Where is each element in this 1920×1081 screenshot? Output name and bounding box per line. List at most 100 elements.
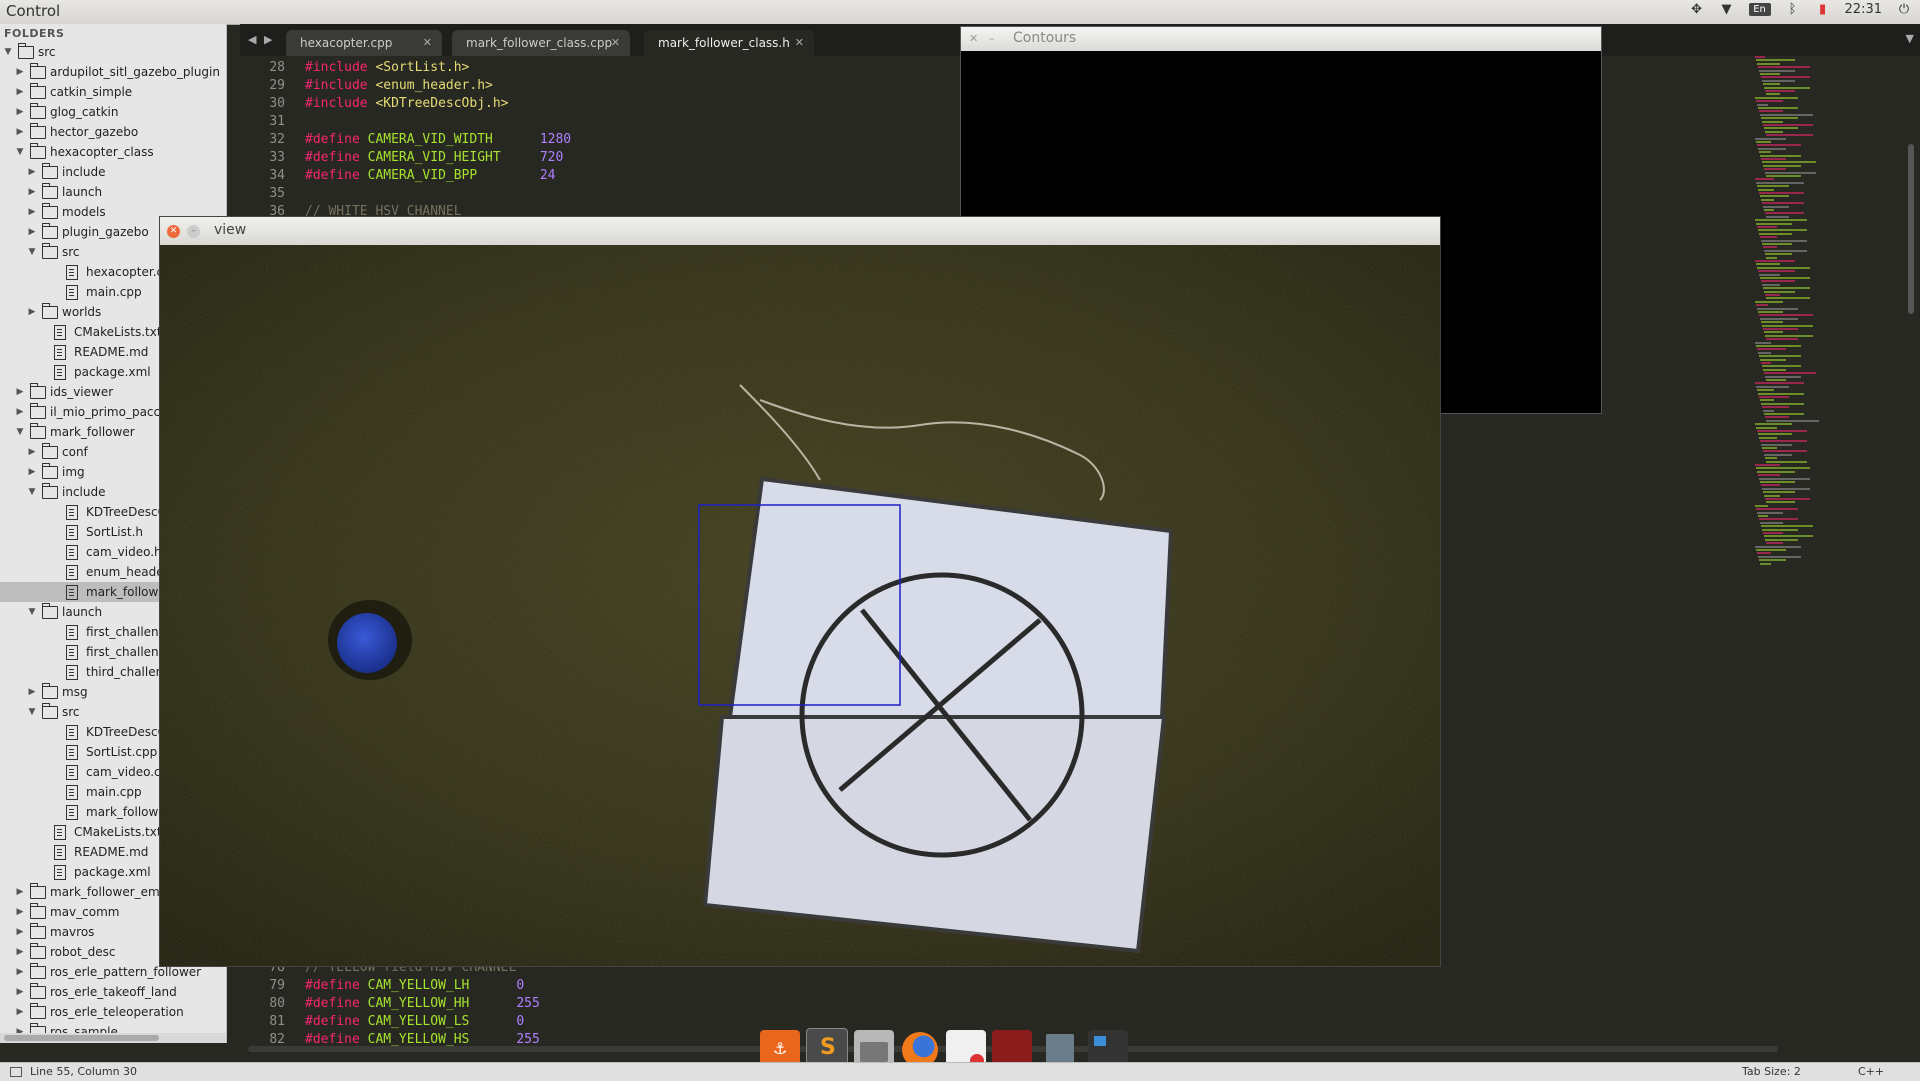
clock[interactable]: 22:31 bbox=[1845, 2, 1882, 17]
code-line[interactable]: #define CAMERA_VID_HEIGHT 720 bbox=[305, 150, 563, 165]
minimap-line bbox=[1761, 117, 1798, 120]
minimap-line bbox=[1759, 436, 1777, 439]
expand-arrow-right-icon[interactable]: ▶ bbox=[26, 162, 38, 182]
bluetooth-icon[interactable]: ᛒ bbox=[1785, 2, 1801, 17]
code-line[interactable]: #define CAM_YELLOW_HS 255 bbox=[305, 1032, 540, 1047]
tab-hexacopter-cpp[interactable]: hexacopter.cpp ✕ bbox=[286, 30, 442, 56]
expand-arrow-right-icon[interactable]: ▶ bbox=[26, 302, 38, 322]
tree-item-label: CMakeLists.txt bbox=[74, 325, 162, 339]
cursor-position[interactable]: Line 55, Column 30 bbox=[30, 1065, 137, 1078]
expand-arrow-right-icon[interactable]: ▶ bbox=[14, 922, 26, 942]
expand-arrow-right-icon[interactable]: ▶ bbox=[14, 382, 26, 402]
editor-vertical-scrollbar[interactable] bbox=[1908, 144, 1914, 314]
minimap-line bbox=[1764, 86, 1810, 89]
code-line[interactable]: #define CAMERA_VID_WIDTH 1280 bbox=[305, 132, 571, 147]
expand-arrow-right-icon[interactable]: ▶ bbox=[26, 442, 38, 462]
close-tab-icon[interactable]: ✕ bbox=[423, 30, 432, 56]
code-line[interactable]: #include <enum_header.h> bbox=[305, 78, 493, 93]
view-window[interactable]: ✕ – view bbox=[159, 216, 1441, 967]
expand-arrow-right-icon[interactable]: ▶ bbox=[14, 82, 26, 102]
close-window-icon[interactable]: ✕ bbox=[167, 225, 180, 238]
expand-arrow-right-icon[interactable]: ▶ bbox=[14, 122, 26, 142]
folder-icon bbox=[30, 903, 46, 919]
folder-icon bbox=[30, 123, 46, 139]
folder-icon bbox=[42, 183, 58, 199]
expand-arrow-down-icon[interactable]: ▼ bbox=[2, 42, 14, 62]
code-line[interactable]: #include <SortList.h> bbox=[305, 60, 469, 75]
tab-forward-icon[interactable]: ▶ bbox=[264, 33, 272, 46]
dropbox-icon[interactable]: ✥ bbox=[1689, 2, 1705, 17]
contours-titlebar[interactable]: ✕ – Contours bbox=[961, 27, 1601, 51]
minimap[interactable] bbox=[1755, 56, 1885, 586]
scrollbar-thumb[interactable] bbox=[4, 1035, 159, 1041]
code-line[interactable]: #include <KDTreeDescObj.h> bbox=[305, 96, 509, 111]
expand-arrow-right-icon[interactable]: ▶ bbox=[14, 402, 26, 422]
expand-arrow-right-icon[interactable]: ▶ bbox=[14, 982, 26, 1002]
expand-arrow-right-icon[interactable]: ▶ bbox=[14, 942, 26, 962]
minimap-line bbox=[1756, 59, 1795, 62]
tree-item-label: README.md bbox=[74, 845, 149, 859]
tab-mark-follower-class-h[interactable]: mark_follower_class.h ✕ bbox=[644, 30, 814, 56]
expand-arrow-right-icon[interactable]: ▶ bbox=[14, 902, 26, 922]
code-line[interactable]: #define CAM_YELLOW_HH 255 bbox=[305, 996, 540, 1011]
minimap-line bbox=[1764, 331, 1783, 334]
tree-item-label: hector_gazebo bbox=[50, 125, 139, 139]
close-tab-icon[interactable]: ✕ bbox=[795, 30, 804, 56]
code-line[interactable]: #define CAM_YELLOW_LS 0 bbox=[305, 1014, 524, 1029]
close-tab-icon[interactable]: ✕ bbox=[611, 30, 620, 56]
sidebar-horizontal-scrollbar[interactable] bbox=[0, 1033, 226, 1043]
expand-arrow-right-icon[interactable]: ▶ bbox=[26, 202, 38, 222]
sidebar-folder[interactable]: ▶ glog_catkin bbox=[0, 102, 226, 122]
syntax-indicator[interactable]: C++ bbox=[1858, 1065, 1884, 1078]
expand-arrow-down-icon[interactable]: ▼ bbox=[26, 242, 38, 262]
expand-arrow-right-icon[interactable]: ▶ bbox=[14, 1002, 26, 1022]
minimize-window-icon[interactable]: – bbox=[989, 32, 995, 45]
tab-size-indicator[interactable]: Tab Size: 2 bbox=[1742, 1065, 1801, 1078]
tab-mark-follower-class-cpp[interactable]: mark_follower_class.cpp ✕ bbox=[452, 30, 630, 56]
wifi-icon[interactable]: ▼ bbox=[1719, 2, 1735, 17]
expand-arrow-right-icon[interactable]: ▶ bbox=[14, 962, 26, 982]
expand-arrow-right-icon[interactable]: ▶ bbox=[26, 222, 38, 242]
minimize-window-icon[interactable]: – bbox=[187, 225, 200, 238]
code-line[interactable]: #define CAM_YELLOW_LH 0 bbox=[305, 978, 524, 993]
sidebar-folder[interactable]: ▶ ardupilot_sitl_gazebo_plugin bbox=[0, 62, 226, 82]
battery-icon[interactable]: ▮ bbox=[1815, 2, 1831, 17]
minimap-line bbox=[1755, 96, 1798, 99]
show-panel-icon[interactable] bbox=[10, 1067, 22, 1077]
expand-arrow-right-icon[interactable]: ▶ bbox=[26, 682, 38, 702]
expand-arrow-right-icon[interactable]: ▶ bbox=[14, 62, 26, 82]
power-icon[interactable]: ⏻ bbox=[1896, 2, 1912, 17]
minimap-line bbox=[1759, 518, 1798, 521]
minimap-line bbox=[1760, 154, 1801, 157]
tree-item-label: package.xml bbox=[74, 865, 151, 879]
expand-arrow-down-icon[interactable]: ▼ bbox=[26, 702, 38, 722]
expand-arrow-right-icon[interactable]: ▶ bbox=[26, 182, 38, 202]
minimap-line bbox=[1763, 491, 1795, 494]
tab-list-dropdown-icon[interactable]: ▼ bbox=[1906, 32, 1914, 45]
expand-arrow-right-icon[interactable]: ▶ bbox=[26, 462, 38, 482]
close-window-icon[interactable]: ✕ bbox=[969, 32, 978, 45]
sidebar-folder[interactable]: ▶ catkin_simple bbox=[0, 82, 226, 102]
expand-arrow-down-icon[interactable]: ▼ bbox=[14, 422, 26, 442]
code-token: #include bbox=[305, 78, 376, 93]
code-line[interactable]: #define CAMERA_VID_BPP 24 bbox=[305, 168, 555, 183]
sidebar-folder[interactable]: ▼ src bbox=[0, 42, 226, 62]
sidebar-folder[interactable]: ▶ include bbox=[0, 162, 226, 182]
minimap-line bbox=[1760, 358, 1786, 361]
minimap-line bbox=[1761, 402, 1804, 405]
sidebar-folder[interactable]: ▼ hexacopter_class bbox=[0, 142, 226, 162]
sidebar-folder[interactable]: ▶ launch bbox=[0, 182, 226, 202]
expand-arrow-down-icon[interactable]: ▼ bbox=[14, 142, 26, 162]
expand-arrow-right-icon[interactable]: ▶ bbox=[14, 882, 26, 902]
expand-arrow-down-icon[interactable]: ▼ bbox=[26, 602, 38, 622]
expand-arrow-down-icon[interactable]: ▼ bbox=[26, 482, 38, 502]
file-icon bbox=[66, 725, 78, 740]
view-titlebar[interactable]: ✕ – view bbox=[160, 217, 1440, 245]
sidebar-folder[interactable]: ▶ hector_gazebo bbox=[0, 122, 226, 142]
keyboard-layout-indicator[interactable]: En bbox=[1748, 3, 1771, 16]
minimap-line bbox=[1764, 127, 1798, 130]
sidebar-folder[interactable]: ▶ ros_erle_teleoperation bbox=[0, 1002, 226, 1022]
tab-back-icon[interactable]: ◀ bbox=[248, 33, 256, 46]
expand-arrow-right-icon[interactable]: ▶ bbox=[14, 102, 26, 122]
sidebar-folder[interactable]: ▶ ros_erle_takeoff_land bbox=[0, 982, 226, 1002]
